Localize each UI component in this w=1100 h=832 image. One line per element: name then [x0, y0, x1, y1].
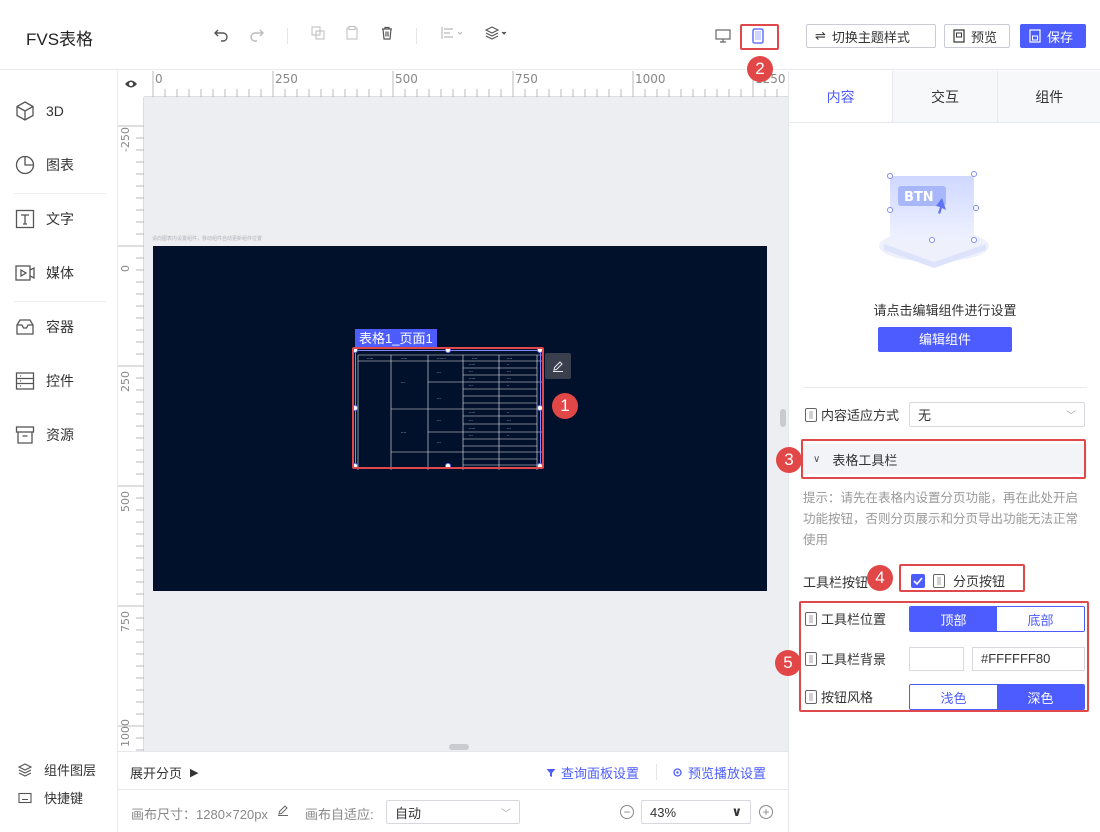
panel-tabs: 内容 交互 组件 [789, 71, 1100, 123]
canvas-adaptive-select[interactable]: 自动 ﹀ [386, 800, 520, 824]
query-panel-settings-link[interactable]: 查询面板设置 [546, 763, 639, 782]
monitor-icon [715, 29, 731, 43]
gear-icon [673, 768, 682, 777]
align-icon[interactable] [440, 26, 466, 44]
caret-right-icon: ▶ [190, 767, 199, 779]
copy-icon[interactable] [309, 26, 327, 44]
ruler-top: 0 250 500 750 1000 1250 [118, 71, 788, 97]
canvas-adaptive-label: 画布自适应: [305, 807, 374, 822]
canvas-area[interactable]: 0 250 500 750 1000 1250 -250 0 250 500 7… [118, 71, 788, 751]
expand-pages-toggle[interactable]: 展开分页 ▶ [130, 763, 198, 782]
sidebar-item-controls[interactable]: 控件 [14, 367, 74, 395]
ruler-visibility-toggle[interactable] [118, 71, 144, 97]
keyboard-icon [18, 792, 32, 803]
preview-button[interactable]: 预览 [944, 24, 1010, 48]
tab-content[interactable]: 内容 [789, 71, 893, 122]
zoom-in-button[interactable]: + [759, 805, 773, 819]
tab-component[interactable]: 组件 [996, 71, 1100, 122]
eye-icon [125, 80, 137, 88]
ruler-left: -250 0 250 500 750 1000 [118, 97, 144, 751]
swap-icon: ⇌ [815, 28, 826, 43]
preview-play-settings-link[interactable]: 预览播放设置 [672, 763, 766, 782]
text-icon [15, 209, 35, 229]
toolbar-buttons-label: 工具栏按钮 [803, 575, 869, 590]
undo-icon[interactable] [212, 26, 230, 44]
annotation-badge-4: 4 [867, 565, 893, 591]
content-fit-label: 内容适应方式 [805, 405, 899, 424]
sidebar-item-resources[interactable]: 资源 [14, 421, 74, 449]
pagination-tip: 提示：请先在表格内设置分页功能，再在此处开启功能按钮，否则分页展示和分页导出功能… [803, 491, 1079, 547]
archive-icon [15, 426, 35, 444]
layer-order-icon[interactable] [484, 26, 510, 44]
switch-theme-button[interactable]: ⇌ 切换主题样式 [806, 24, 936, 48]
selected-component-label[interactable]: 表格1_页面1 [355, 329, 437, 348]
annotation-badge-2: 2 [747, 56, 773, 82]
vertical-scrollbar[interactable] [780, 409, 786, 427]
paste-icon[interactable] [343, 26, 361, 44]
status-bar: 画布尺寸：1280×720px 画布自适应: 自动 ﹀ − 43% ∨ + [118, 789, 788, 832]
properties-panel: 内容 交互 组件 BTN 请点击编辑组件进行设置 编辑组件 内容适应方式 无 ﹀… [775, 71, 1100, 832]
edit-size-icon[interactable] [277, 804, 289, 819]
stage-hint: 请向图表内设置组件，移动组件自动更新组件位置 [152, 236, 263, 242]
sidebar-layers-button[interactable]: 组件图层 [18, 760, 96, 779]
top-toolbar: FVS表格 ⇌ 切换主题样式 预览 保存 [0, 0, 1100, 70]
save-button[interactable]: 保存 [1020, 24, 1086, 48]
sidebar-item-text[interactable]: 文字 [14, 205, 74, 233]
desktop-view-button[interactable] [710, 25, 736, 47]
annotation-badge-3: 3 [776, 447, 802, 473]
chevron-down-icon: ﹀ [1066, 411, 1076, 422]
svg-text:BTN: BTN [904, 190, 934, 205]
save-icon [1029, 29, 1041, 43]
zoom-select[interactable]: 43% ∨ [641, 800, 751, 824]
filter-icon [546, 768, 556, 777]
sidebar-shortcuts-button[interactable]: 快捷键 [18, 788, 83, 807]
component-sidebar: 3D 图表 文字 媒体 容器 控件 资源 组件图层 快捷键 [0, 71, 118, 832]
component-edit-button[interactable] [545, 353, 571, 379]
chevron-down-icon: ﹀ [501, 808, 511, 820]
zoom-out-button[interactable]: − [620, 805, 634, 819]
edit-component-hint: 请点击编辑组件进行设置 [873, 303, 1017, 318]
sidebar-item-3d[interactable]: 3D [14, 97, 64, 125]
canvas-size-text: 画布尺寸：1280×720px [131, 807, 268, 822]
tab-interaction[interactable]: 交互 [892, 71, 997, 122]
edit-component-button[interactable]: 编辑组件 [878, 327, 1012, 352]
app-title: FVS表格 [26, 30, 94, 49]
annotation-badge-1: 1 [552, 393, 578, 419]
preview-icon [953, 29, 965, 43]
annotation-badge-5: 5 [775, 650, 801, 676]
pie-chart-icon [15, 155, 35, 175]
delete-icon[interactable] [378, 26, 396, 44]
sidebar-item-media[interactable]: 媒体 [14, 259, 74, 287]
pencil-icon [553, 361, 563, 372]
sidebar-item-container[interactable]: 容器 [14, 313, 74, 341]
horizontal-scrollbar[interactable] [449, 744, 469, 750]
media-icon [15, 265, 35, 281]
mobile-icon [805, 407, 817, 422]
button-illustration: BTN [879, 171, 989, 268]
pager-bar: 展开分页 ▶ 查询面板设置 预览播放设置 [118, 751, 788, 789]
sidebar-item-chart[interactable]: 图表 [14, 151, 74, 179]
controls-icon [15, 372, 35, 390]
cube-icon [16, 101, 34, 121]
container-icon [16, 319, 34, 335]
content-fit-select[interactable]: 无 ﹀ [909, 402, 1085, 427]
redo-icon[interactable] [248, 26, 266, 44]
chevron-down-icon: ∨ [731, 804, 742, 819]
layers-icon [18, 762, 32, 777]
